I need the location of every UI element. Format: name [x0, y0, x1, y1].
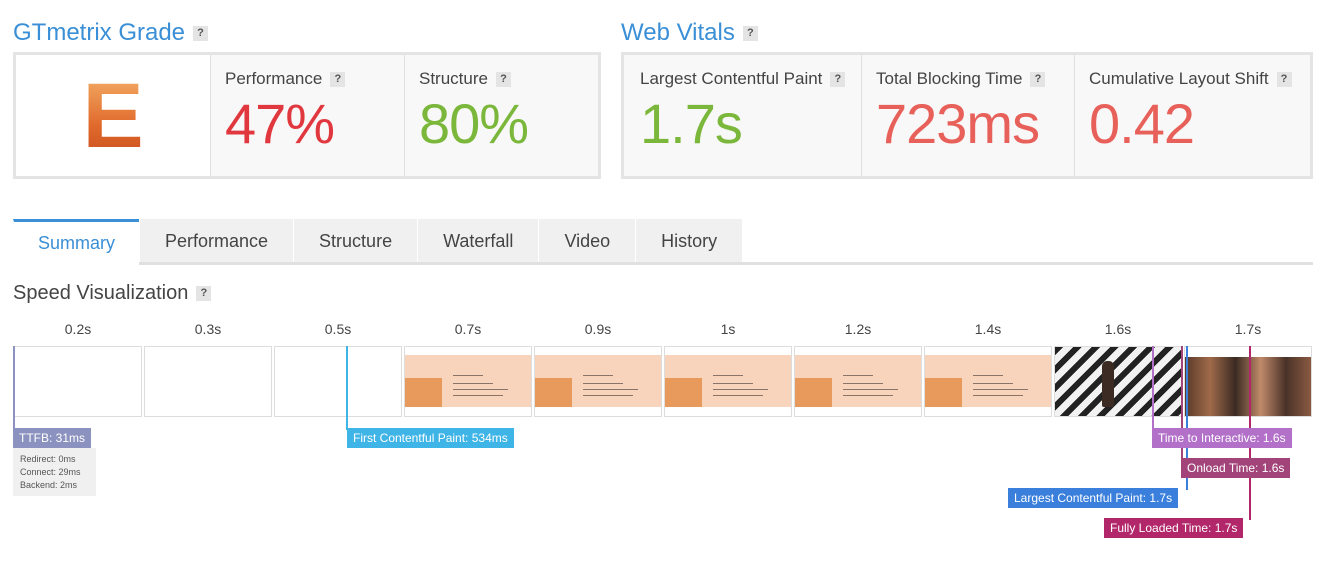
- tbt-value: 723ms: [876, 92, 1040, 155]
- structure-label: Structure: [419, 69, 488, 88]
- tti-line: [1152, 346, 1154, 430]
- lcp-marker[interactable]: Largest Contentful Paint: 1.7s: [1008, 488, 1179, 508]
- ttfb-details: Redirect: 0ms Connect: 29ms Backend: 2ms: [13, 448, 96, 496]
- performance-help-icon[interactable]: ?: [330, 72, 346, 88]
- structure-cell: Structure? 80%: [404, 55, 598, 176]
- fcp-line: [346, 346, 348, 430]
- frame-time-label: 0.3s: [194, 321, 222, 337]
- performance-label: Performance: [225, 69, 323, 88]
- report-tabs: Summary Performance Structure Waterfall …: [13, 219, 743, 264]
- filmstrip-frame[interactable]: [924, 346, 1052, 417]
- filmstrip-frame[interactable]: [144, 346, 272, 417]
- tab-divider: [139, 262, 1313, 265]
- grade-cell: E: [16, 55, 210, 176]
- performance-value: 47%: [225, 92, 335, 155]
- gtmetrix-grade-title: GTmetrix Grade?: [13, 19, 209, 47]
- fcp-marker[interactable]: First Contentful Paint: 534ms: [347, 428, 514, 448]
- ttfb-connect: Connect: 29ms: [20, 467, 81, 477]
- tbt-help-icon[interactable]: ?: [1030, 72, 1046, 88]
- frame-time-label: 0.2s: [64, 321, 92, 337]
- frame-time-label: 1.6s: [1104, 321, 1132, 337]
- tbt-label: Total Blocking Time: [876, 69, 1023, 88]
- filmstrip-frame[interactable]: [274, 346, 402, 417]
- filmstrip-frame[interactable]: [794, 346, 922, 417]
- tab-history[interactable]: History: [635, 219, 743, 264]
- grade-help-icon[interactable]: ?: [193, 26, 209, 42]
- frame-time-label: 1.2s: [844, 321, 872, 337]
- tti-marker[interactable]: Time to Interactive: 1.6s: [1152, 428, 1292, 448]
- tab-performance[interactable]: Performance: [139, 219, 294, 264]
- cls-label: Cumulative Layout Shift: [1089, 69, 1269, 88]
- frame-time-label: 0.9s: [584, 321, 612, 337]
- filmstrip-frame[interactable]: [664, 346, 792, 417]
- filmstrip-frame[interactable]: [14, 346, 142, 417]
- structure-help-icon[interactable]: ?: [495, 72, 511, 88]
- vitals-help-icon[interactable]: ?: [742, 26, 758, 42]
- lcp-label: Largest Contentful Paint: [640, 69, 823, 88]
- lcp-value: 1.7s: [640, 92, 743, 155]
- tbt-cell: Total Blocking Time? 723ms: [861, 55, 1074, 176]
- ttfb-marker[interactable]: TTFB: 31ms: [13, 428, 92, 448]
- lcp-cell: Largest Contentful Paint? 1.7s: [624, 55, 861, 176]
- cls-value: 0.42: [1089, 92, 1195, 155]
- grade-panel: E Performance? 47% Structure? 80%: [13, 52, 601, 179]
- speed-help-icon[interactable]: ?: [196, 286, 212, 302]
- ttfb-redirect: Redirect: 0ms: [20, 454, 76, 464]
- frame-time-label: 1s: [720, 321, 736, 337]
- tab-waterfall[interactable]: Waterfall: [417, 219, 539, 264]
- structure-value: 80%: [419, 92, 529, 155]
- web-vitals-title: Web Vitals?: [621, 19, 758, 47]
- person-image: [1102, 361, 1114, 407]
- filmstrip-frame[interactable]: [404, 346, 532, 417]
- onload-marker[interactable]: Onload Time: 1.6s: [1181, 458, 1291, 478]
- speed-visualization-title: Speed Visualization?: [13, 282, 212, 305]
- fully-loaded-marker[interactable]: Fully Loaded Time: 1.7s: [1104, 518, 1244, 538]
- grade-letter: E: [82, 64, 144, 167]
- tab-video[interactable]: Video: [538, 219, 636, 264]
- frame-time-label: 1.4s: [974, 321, 1002, 337]
- performance-cell: Performance? 47%: [210, 55, 404, 176]
- ttfb-backend: Backend: 2ms: [20, 480, 78, 490]
- filmstrip-frame[interactable]: [1054, 346, 1182, 417]
- frame-time-label: 0.7s: [454, 321, 482, 337]
- tab-structure[interactable]: Structure: [293, 219, 418, 264]
- lcp-help-icon[interactable]: ?: [830, 72, 846, 88]
- ttfb-line: [13, 346, 15, 430]
- vitals-panel: Largest Contentful Paint? 1.7s Total Blo…: [621, 52, 1313, 179]
- tab-summary[interactable]: Summary: [13, 219, 139, 264]
- filmstrip-frame[interactable]: [1184, 346, 1312, 417]
- cls-cell: Cumulative Layout Shift? 0.42: [1074, 55, 1310, 176]
- frame-time-label: 1.7s: [1234, 321, 1262, 337]
- cls-help-icon[interactable]: ?: [1276, 72, 1292, 88]
- filmstrip-frame[interactable]: [534, 346, 662, 417]
- frame-time-label: 0.5s: [324, 321, 352, 337]
